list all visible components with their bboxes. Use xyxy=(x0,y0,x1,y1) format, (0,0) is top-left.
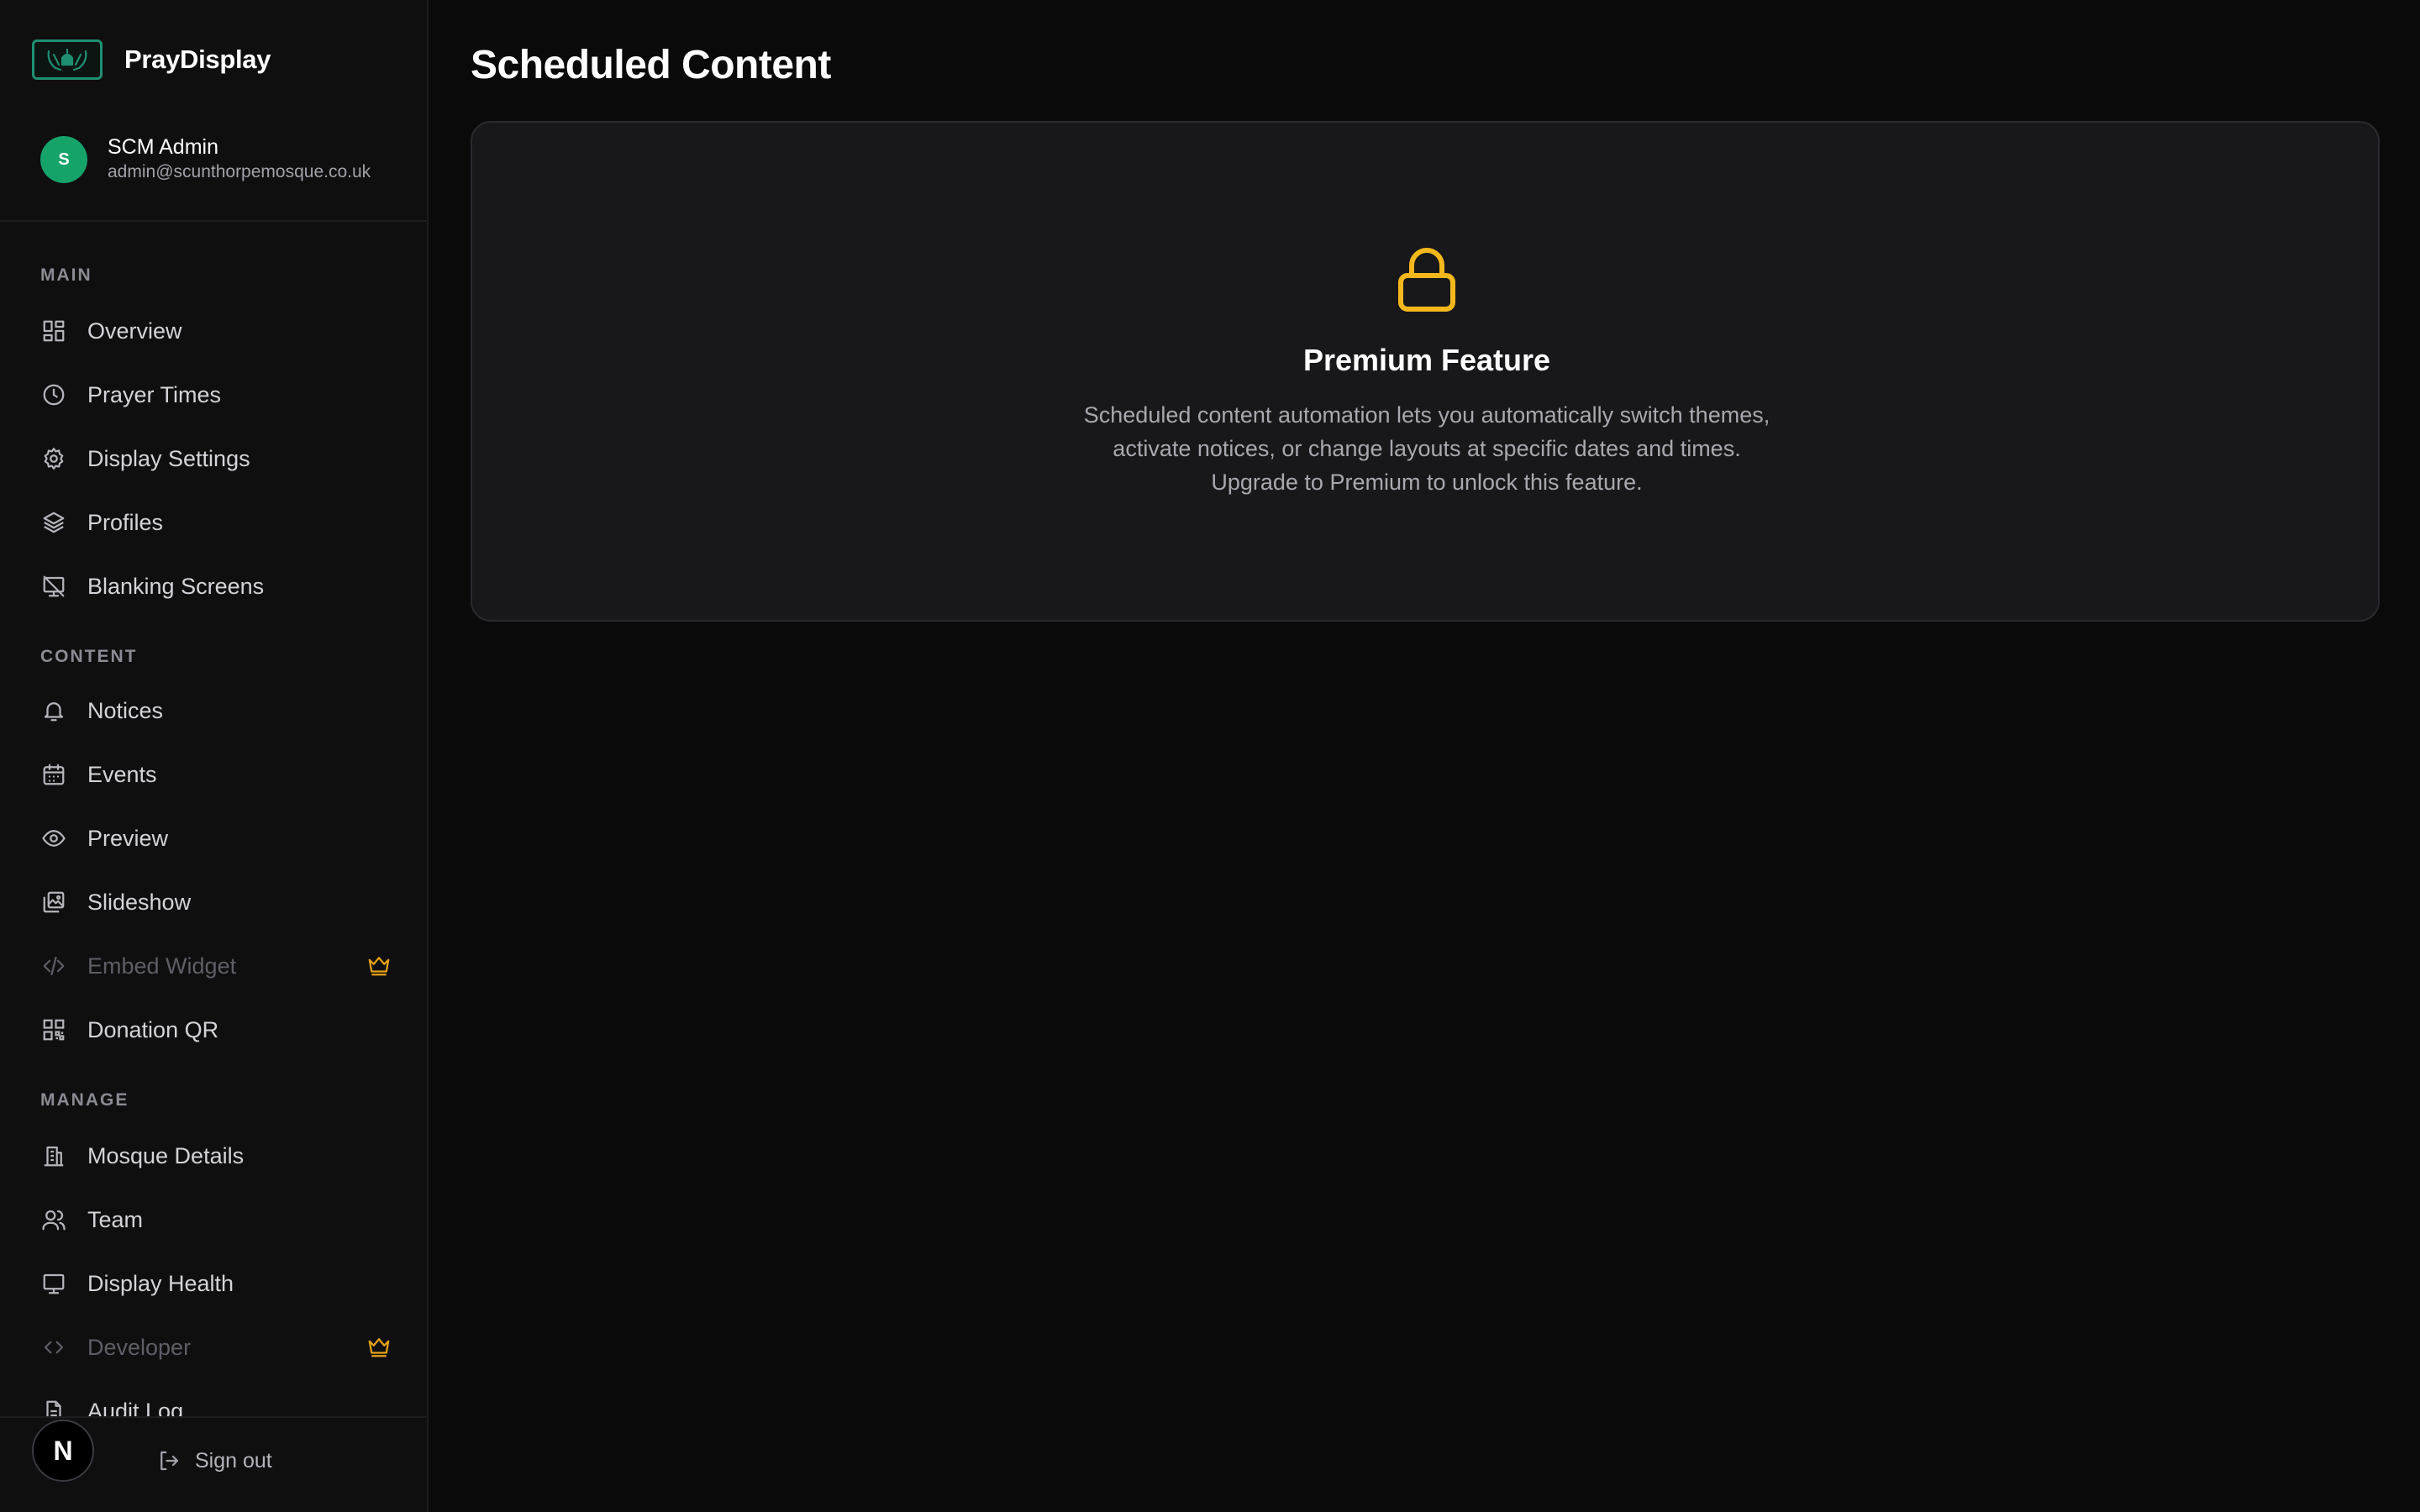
card-description-line: activate notices, or change layouts at s… xyxy=(1113,436,1741,461)
sidebar-item-label: Team xyxy=(87,1206,144,1232)
brand-name: PrayDisplay xyxy=(124,45,271,74)
user-info: SCM Admin admin@scunthorpemosque.co.uk xyxy=(108,134,371,185)
crown-icon xyxy=(366,953,393,979)
user-profile[interactable]: S SCM Admin admin@scunthorpemosque.co.uk xyxy=(40,134,371,185)
app-root: PrayDisplay S SCM Admin admin@scunthorpe… xyxy=(0,0,2420,1512)
lock-icon xyxy=(1397,245,1457,312)
sidebar-item-label: Blanking Screens xyxy=(87,573,265,599)
monitor-off-icon xyxy=(40,573,67,600)
code-icon xyxy=(40,953,67,979)
sidebar-item-developer[interactable]: Developer xyxy=(40,1324,393,1371)
sidebar-item-label: Developer xyxy=(87,1334,192,1360)
layers-icon xyxy=(40,509,67,536)
sidebar-item-prayer-times[interactable]: Prayer Times xyxy=(40,371,393,418)
eye-icon xyxy=(40,825,67,852)
card-description-line: Scheduled content automation lets you au… xyxy=(1083,402,1770,428)
sidebar-item-display-health[interactable]: Display Health xyxy=(40,1260,393,1307)
card-description-line: Upgrade to Premium to unlock this featur… xyxy=(1211,470,1643,495)
sidebar-item-overview[interactable]: Overview xyxy=(40,307,393,354)
section-label-content: CONTENT xyxy=(40,647,138,666)
images-icon xyxy=(40,889,67,916)
sign-out-label: Sign out xyxy=(195,1448,272,1473)
gear-icon xyxy=(40,445,67,472)
user-email: admin@scunthorpemosque.co.uk xyxy=(108,162,371,181)
sign-out-button[interactable]: Sign out xyxy=(156,1448,272,1473)
sidebar-item-notices[interactable]: Notices xyxy=(40,687,393,734)
sidebar-item-label: Display Health xyxy=(87,1270,234,1296)
sidebar-item-blanking-screens[interactable]: Blanking Screens xyxy=(40,563,393,610)
bell-icon xyxy=(40,697,67,724)
users-icon xyxy=(40,1206,67,1233)
sidebar: PrayDisplay S SCM Admin admin@scunthorpe… xyxy=(0,0,429,1512)
page-title: Scheduled Content xyxy=(471,43,831,87)
card-description: Scheduled content automation lets you au… xyxy=(965,398,1889,499)
sidebar-item-label: Donation QR xyxy=(87,1016,219,1042)
sidebar-item-team[interactable]: Team xyxy=(40,1196,393,1243)
calendar-icon xyxy=(40,761,67,788)
monitor-icon xyxy=(40,1270,67,1297)
sidebar-item-label: Events xyxy=(87,761,157,787)
avatar: S xyxy=(40,136,87,183)
sidebar-item-label: Mosque Details xyxy=(87,1142,245,1168)
clock-icon xyxy=(40,381,67,408)
sidebar-item-label: Preview xyxy=(87,825,169,851)
sidebar-item-label: Notices xyxy=(87,697,164,723)
dashboard-grid-icon xyxy=(40,318,67,344)
brand[interactable]: PrayDisplay xyxy=(32,39,271,81)
crown-icon xyxy=(366,1334,393,1361)
sidebar-item-slideshow[interactable]: Slideshow xyxy=(40,879,393,926)
premium-feature-card: Premium Feature Scheduled content automa… xyxy=(471,121,2380,622)
sidebar-item-mosque-details[interactable]: Mosque Details xyxy=(40,1132,393,1179)
logout-icon xyxy=(156,1448,182,1473)
divider xyxy=(0,220,427,222)
qr-code-icon xyxy=(40,1016,67,1043)
sidebar-item-embed-widget[interactable]: Embed Widget xyxy=(40,942,393,990)
sidebar-item-label: Prayer Times xyxy=(87,381,222,407)
framework-badge[interactable]: N xyxy=(32,1420,94,1482)
sidebar-item-label: Display Settings xyxy=(87,445,250,471)
sidebar-item-profiles[interactable]: Profiles xyxy=(40,499,393,546)
sidebar-item-display-settings[interactable]: Display Settings xyxy=(40,435,393,482)
section-label-manage: MANAGE xyxy=(40,1090,129,1110)
code-brackets-icon xyxy=(40,1334,67,1361)
sidebar-item-label: Overview xyxy=(87,318,182,344)
sidebar-item-label: Slideshow xyxy=(87,889,192,915)
user-name: SCM Admin xyxy=(108,135,218,159)
section-label-main: MAIN xyxy=(40,265,92,285)
hands-mosque-icon xyxy=(32,39,103,80)
sidebar-item-label: Embed Widget xyxy=(87,953,237,979)
sidebar-item-donation-qr[interactable]: Donation QR xyxy=(40,1006,393,1053)
sidebar-item-label: Profiles xyxy=(87,509,164,535)
sidebar-item-events[interactable]: Events xyxy=(40,751,393,798)
sidebar-item-preview[interactable]: Preview xyxy=(40,815,393,862)
card-title: Premium Feature xyxy=(1302,343,1551,377)
building-icon xyxy=(40,1142,67,1169)
